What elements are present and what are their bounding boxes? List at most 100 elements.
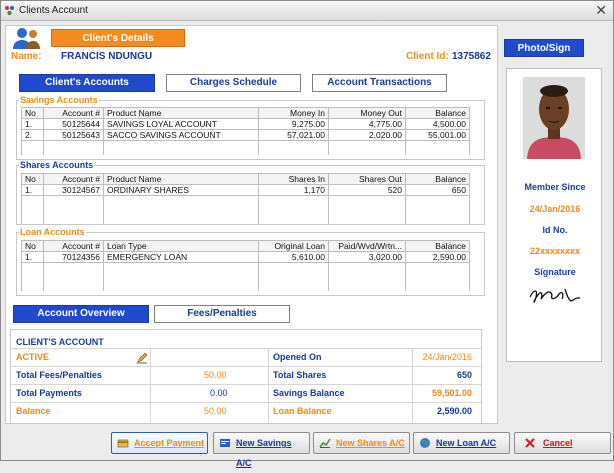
id-number-value: 22xxxxxxxx (529, 246, 581, 256)
column-header: Money Out (328, 107, 406, 119)
table-cell: 55,001.00 (405, 129, 470, 141)
edit-pen-icon[interactable] (136, 352, 148, 364)
table-cell: 1. (21, 184, 44, 196)
table-cell: 30124567 (43, 184, 104, 196)
table-row[interactable]: 2. 50125643 SACCO SAVINGS ACCOUNT 57,021… (21, 129, 470, 141)
table-cell: 70124356 (43, 251, 104, 263)
title-bar: Clients Account ✕ (1, 1, 613, 21)
savings-accounts-table: No Account # Product Name Money In Money… (21, 107, 470, 155)
column-header: No (21, 240, 44, 252)
id-number-label: Id No. (542, 225, 568, 235)
tab-photo-sign[interactable]: Photo/Sign (504, 39, 584, 57)
loan-accounts-title: Loan Accounts (19, 227, 86, 237)
column-header: Product Name (103, 173, 259, 185)
table-cell: ORDINARY SHARES (103, 184, 259, 196)
photo-sign-panel: Photo/Sign Member Since 24/Jan/2016 Id N… (504, 39, 606, 379)
close-icon[interactable]: ✕ (595, 2, 607, 19)
summary-row: Total Fees/Penalties 50.00 Total Shares … (11, 366, 481, 384)
table-cell: 2. (21, 129, 44, 141)
column-header: Account # (43, 173, 104, 185)
new-shares-account-label: New Shares A/C (336, 438, 405, 448)
users-icon (13, 28, 40, 49)
table-cell: 650 (405, 184, 470, 196)
summary-row: Total Payments 0.00 Savings Balance 59,5… (11, 384, 481, 402)
table-row[interactable]: 1. 70124356 EMERGENCY LOAN 5,610.00 3,02… (21, 251, 470, 263)
column-header: Money In (258, 107, 329, 119)
shares-accounts-table: No Account # Product Name Shares In Shar… (21, 173, 470, 224)
column-header: Account # (43, 240, 104, 252)
total-shares-label: Total Shares (273, 370, 327, 380)
name-label: Name: (11, 51, 42, 62)
cancel-button[interactable]: Cancel (514, 432, 611, 454)
total-shares-value: 650 (456, 370, 472, 380)
shares-icon (319, 438, 331, 448)
column-header: Product Name (103, 107, 259, 119)
member-since-value: 24/Jan/2016 (529, 204, 581, 214)
tab-charges-schedule[interactable]: Charges Schedule (166, 74, 301, 92)
clients-account-window: Clients Account ✕ Client's Details Name:… (0, 0, 614, 468)
account-status: ACTIVE (16, 352, 50, 362)
column-divider (150, 348, 151, 424)
new-shares-account-button[interactable]: New Shares A/C (313, 432, 410, 454)
tab-account-overview[interactable]: Account Overview (13, 305, 149, 323)
loan-balance-label: Loan Balance (273, 406, 332, 416)
column-header: Balance (405, 107, 470, 119)
table-cell: 1. (21, 118, 44, 130)
loan-accounts-table: No Account # Loan Type Original Loan Pai… (21, 240, 470, 291)
cancel-label: Cancel (543, 438, 573, 448)
table-row[interactable]: 1. 30124567 ORDINARY SHARES 1,170 520 65… (21, 184, 470, 196)
total-fees-value: 50.00 (204, 370, 227, 380)
signature-label: Signature (534, 267, 576, 277)
column-header: Loan Type (103, 240, 259, 252)
payment-icon (117, 439, 129, 448)
tab-fees-penalties[interactable]: Fees/Penalties (154, 305, 290, 323)
table-cell: 4,775.00 (328, 118, 406, 130)
new-savings-account-label: New Savings A/C (236, 438, 292, 468)
table-cell: SACCO SAVINGS ACCOUNT (103, 129, 259, 141)
savings-icon (220, 439, 230, 447)
savings-accounts-title: Savings Accounts (19, 95, 99, 105)
client-photo (523, 77, 585, 159)
client-details-header: Client's Details (51, 29, 185, 47)
accept-payment-label: Accept Payment (134, 438, 205, 448)
app-icon (5, 6, 14, 16)
column-header: Shares Out (328, 173, 406, 185)
opened-on-value: 24/Jan/2016 (422, 352, 472, 362)
client-signature (529, 288, 581, 303)
total-fees-label: Total Fees/Penalties (16, 370, 102, 380)
accept-payment-button[interactable]: Accept Payment (111, 432, 208, 454)
tab-clients-accounts[interactable]: Client's Accounts (19, 74, 155, 92)
table-cell: SAVINGS LOYAL ACCOUNT (103, 118, 259, 130)
close-icon (525, 438, 535, 448)
savings-balance-label: Savings Balance (273, 388, 345, 398)
photo-sign-box: Member Since 24/Jan/2016 Id No. 22xxxxxx… (506, 68, 602, 362)
table-cell: 2,590.00 (405, 251, 470, 263)
opened-on-label: Opened On (273, 352, 322, 362)
table-cell: 9,275.00 (258, 118, 329, 130)
savings-balance-value: 59,501.00 (431, 388, 472, 398)
client-id: 1375862 (452, 51, 491, 62)
loan-balance-value: 2,590.00 (436, 406, 472, 416)
summary-heading: CLIENT'S ACCOUNT (16, 337, 104, 347)
column-header: No (21, 173, 44, 185)
globe-icon (420, 438, 430, 448)
balance-value: 50.00 (204, 406, 227, 416)
new-loan-account-label: New Loan A/C (436, 438, 497, 448)
table-cell: 1,170 (258, 184, 329, 196)
tab-account-transactions[interactable]: Account Transactions (312, 74, 447, 92)
table-cell: 50125643 (43, 129, 104, 141)
window-title: Clients Account (19, 5, 88, 16)
column-header: Balance (405, 240, 470, 252)
table-cell: 3,020.00 (328, 251, 406, 263)
column-header: Account # (43, 107, 104, 119)
column-header: Paid/Wvd/Wrtn... (328, 240, 406, 252)
new-savings-account-button[interactable]: New Savings A/C (213, 432, 310, 468)
client-id-label: Client Id: (406, 51, 449, 62)
table-row[interactable]: 1. 50125644 SAVINGS LOYAL ACCOUNT 9,275.… (21, 118, 470, 130)
table-cell: 50125644 (43, 118, 104, 130)
new-loan-account-button[interactable]: New Loan A/C (413, 432, 510, 454)
table-cell: EMERGENCY LOAN (103, 251, 259, 263)
column-header: Balance (405, 173, 470, 185)
member-since-label: Member Since (524, 182, 586, 192)
table-cell: 57,021.00 (258, 129, 329, 141)
